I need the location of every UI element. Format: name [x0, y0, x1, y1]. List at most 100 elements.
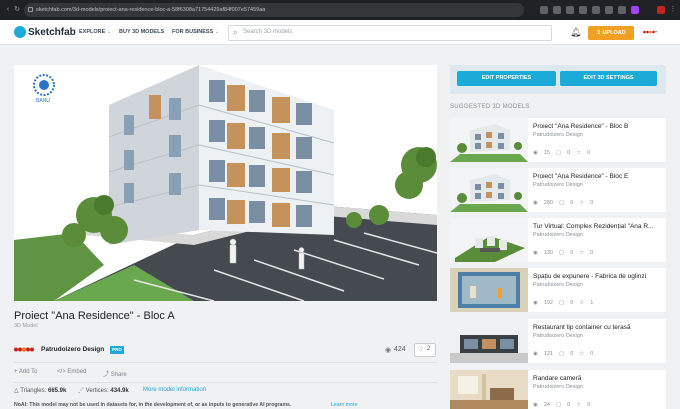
suggested-model-author[interactable]: Patrudoizero Design: [533, 282, 583, 288]
suggested-model-title[interactable]: Spațiu de expunere - Fabrica de oglinzi: [533, 273, 663, 280]
model-thumbnail[interactable]: [450, 168, 528, 212]
triangles-stat: △ Triangles: 665.9k: [14, 388, 67, 394]
model-thumbnail[interactable]: [450, 268, 528, 312]
suggested-model-title[interactable]: Restaurant tip container cu terasă: [533, 324, 663, 331]
suggested-model-card[interactable]: Proiect "Ana Residence" - Bloc E Patrudoi…: [450, 168, 666, 212]
suggested-model-author[interactable]: Patrudoizero Design: [533, 232, 583, 238]
suggested-model-card[interactable]: Randare cameră Patrudoizero Design ◉ 24 ▢ 0 ☆ 0: [450, 370, 666, 409]
comment-count: 0: [570, 250, 574, 256]
like-count: 0: [590, 250, 594, 256]
author-link[interactable]: Patrudoizero Design: [41, 346, 104, 353]
like-count: 2: [427, 346, 431, 352]
back-icon[interactable]: ‹: [4, 6, 12, 14]
view-count: 121: [543, 351, 553, 357]
sketchfab-logo-icon[interactable]: [14, 26, 26, 38]
eye-icon: ◉: [533, 150, 538, 156]
view-count: 130: [543, 250, 553, 256]
eye-icon: ◉: [533, 402, 538, 408]
suggested-model-title[interactable]: Randare cameră: [533, 375, 663, 382]
extension-icon[interactable]: [605, 6, 613, 14]
like-count: 1: [590, 300, 594, 306]
chevron-down-icon: ⌄: [106, 29, 112, 35]
comment-icon: ▢: [555, 150, 562, 156]
logo-text[interactable]: Sketchfab: [28, 27, 76, 38]
view-count: 24: [543, 402, 550, 408]
suggested-model-card[interactable]: Restaurant tip container cu terasă Patrud…: [450, 319, 666, 363]
suggested-model-card[interactable]: Proiect "Ana Residence" - Bloc B Patrudoi…: [450, 118, 666, 162]
suggested-model-stats: ◉ 15 ▢ 0 ☆ 0: [533, 150, 596, 156]
nav-for-business[interactable]: FOR BUSINESS ⌄: [172, 29, 219, 35]
suggested-model-title[interactable]: Tur Virtual: Complex Rezidențial "Ana R.…: [533, 223, 663, 230]
extension-icon[interactable]: [618, 6, 626, 14]
model-title: Proiect "Ana Residence" - Bloc A: [14, 310, 175, 322]
eye-icon: ◉: [385, 347, 392, 354]
nav-explore[interactable]: EXPLORE ⌄: [79, 29, 111, 35]
more-info-link[interactable]: More model information: [143, 387, 206, 393]
view-count: 15: [543, 150, 550, 156]
suggested-model-author[interactable]: Patrudoizero Design: [533, 384, 583, 390]
heart-icon: ♡: [418, 347, 424, 353]
search-placeholder: Search 3D models: [243, 29, 293, 35]
eye-icon: ◉: [533, 250, 538, 256]
menu-icon[interactable]: ⋮: [669, 6, 677, 14]
extension-icon[interactable]: [553, 6, 561, 14]
comment-count: 0: [570, 351, 574, 357]
comment-icon: ▢: [559, 250, 565, 256]
suggested-model-author[interactable]: Patrudoizero Design: [533, 132, 583, 138]
chevron-down-icon: ⌄: [214, 29, 220, 35]
suggested-model-stats: ◉ 121 ▢ 0 ☆ 0: [533, 351, 599, 357]
suggested-model-author[interactable]: Patrudoizero Design: [533, 333, 583, 339]
suggested-model-stats: ◉ 192 ▢ 0 ☆ 1: [533, 300, 599, 306]
url-text[interactable]: sketchfab.com/3d-models/proiect-ana-resi…: [36, 3, 265, 17]
suggested-model-title[interactable]: Proiect "Ana Residence" - Bloc E: [533, 173, 663, 180]
comment-count: 0: [570, 300, 574, 306]
comment-count: 0: [567, 402, 571, 408]
reload-icon[interactable]: ↻: [13, 6, 21, 14]
suggested-model-card[interactable]: Tur Virtual: Complex Rezidențial "Ana R.…: [450, 218, 666, 262]
add-to-button[interactable]: + Add To: [14, 369, 37, 375]
model-viewer[interactable]: BANU: [14, 65, 437, 301]
extension-icon[interactable]: [540, 6, 548, 14]
upload-icon: ⇪: [596, 30, 601, 36]
like-count: 0: [590, 200, 594, 206]
suggested-model-title[interactable]: Proiect "Ana Residence" - Bloc B: [533, 123, 663, 130]
star-icon: ☆: [579, 300, 585, 306]
nav-buy-3d-models[interactable]: BUY 3D MODELS: [119, 29, 164, 35]
avatar[interactable]: [643, 29, 657, 35]
model-thumbnail[interactable]: [450, 370, 528, 409]
star-icon: ☆: [579, 351, 585, 357]
extension-icon[interactable]: [592, 6, 600, 14]
edit-properties-button[interactable]: EDIT PROPERTIES: [457, 71, 556, 86]
profile-icon[interactable]: [631, 6, 639, 14]
divider: [14, 382, 437, 383]
extension-icon[interactable]: [657, 6, 665, 14]
search-icon: ⌕: [233, 28, 238, 37]
suggested-model-author[interactable]: Patrudoizero Design: [533, 182, 583, 188]
model-thumbnail[interactable]: [450, 218, 528, 262]
upload-button[interactable]: ⇪ UPLOAD: [588, 26, 634, 40]
plus-icon: +: [14, 369, 18, 375]
bell-icon[interactable]: 🔔︎: [570, 27, 581, 38]
eye-icon: ◉: [533, 351, 538, 357]
like-count: 0: [587, 150, 591, 156]
comment-icon: ▢: [559, 200, 565, 206]
extension-icon[interactable]: [566, 6, 574, 14]
comment-icon: ▢: [559, 300, 565, 306]
eye-icon: ◉: [533, 200, 538, 206]
author-avatar[interactable]: [14, 347, 36, 352]
suggested-model-card[interactable]: Spațiu de expunere - Fabrica de oglinzi P…: [450, 268, 666, 312]
vertices-stat: ⋰ Vertices: 434.9k: [78, 388, 129, 394]
comment-count: 0: [570, 200, 574, 206]
model-thumbnail[interactable]: [450, 319, 528, 363]
share-button[interactable]: ⤴ Share: [103, 369, 127, 378]
extension-icon[interactable]: [579, 6, 587, 14]
suggested-heading: SUGGESTED 3D MODELS: [450, 104, 530, 110]
divider: [14, 362, 437, 363]
code-icon: </>: [57, 369, 66, 375]
model-thumbnail[interactable]: [450, 118, 528, 162]
view-count: 280: [543, 200, 553, 206]
learn-more-link[interactable]: Learn more: [331, 402, 358, 408]
embed-button[interactable]: </> Embed: [57, 369, 86, 375]
share-icon: ⤴: [103, 372, 110, 378]
edit-3d-settings-button[interactable]: EDIT 3D SETTINGS: [560, 71, 657, 86]
